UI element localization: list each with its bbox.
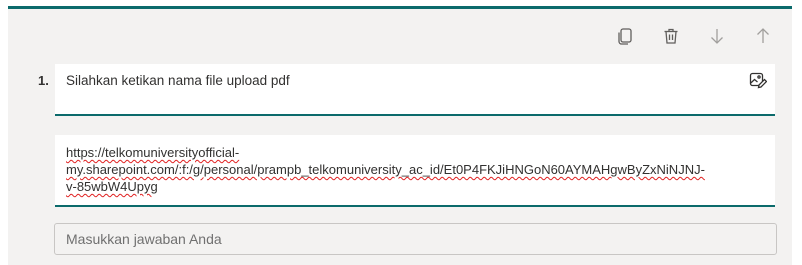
question-toolbar	[614, 23, 774, 49]
question-title: Silahkan ketikan nama file upload pdf	[66, 73, 290, 88]
answer-line-3: v-85wbW4Upyg	[66, 179, 158, 194]
copy-icon	[618, 28, 632, 45]
insert-media-button[interactable]	[748, 70, 768, 90]
image-edit-icon	[749, 72, 767, 89]
delete-icon	[664, 28, 678, 44]
arrow-down-icon	[711, 29, 723, 44]
arrow-up-icon	[757, 28, 769, 43]
question-title-field[interactable]: Silahkan ketikan nama file upload pdf	[55, 64, 775, 116]
answer-text-area[interactable]: https://telkomuniversityofficial- my.sha…	[55, 135, 775, 207]
move-up-button[interactable]	[752, 25, 774, 47]
copy-question-button[interactable]	[614, 25, 636, 47]
answer-line-2: my.sharepoint.com/:f:/g/personal/prampb_…	[66, 162, 705, 177]
answer-line-1: https://telkomuniversityofficial-	[66, 145, 240, 160]
response-input[interactable]	[54, 223, 777, 255]
delete-question-button[interactable]	[660, 25, 682, 47]
move-down-button[interactable]	[706, 25, 728, 47]
question-number: 1.	[38, 73, 49, 88]
question-card[interactable]: 1. Silahkan ketikan nama file upload pdf…	[8, 6, 792, 265]
